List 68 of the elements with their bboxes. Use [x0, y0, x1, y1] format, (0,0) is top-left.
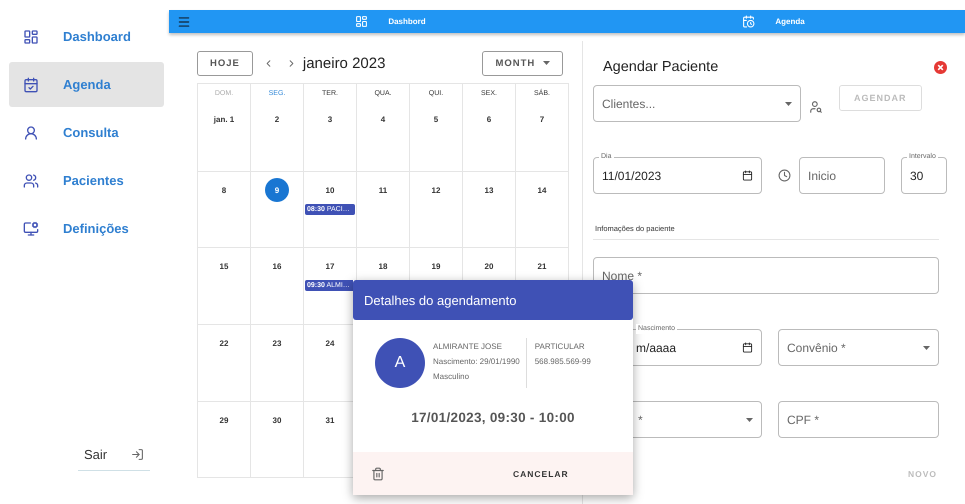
name-field[interactable]: Nome *	[593, 257, 939, 294]
day-number[interactable]: 2	[265, 107, 289, 131]
day-number[interactable]: 9	[265, 178, 289, 202]
calendar-icon[interactable]	[742, 170, 753, 181]
calendar-icon	[23, 76, 39, 92]
calendar-clock-icon	[742, 15, 756, 28]
cpf-field[interactable]: CPF *	[778, 401, 939, 438]
birth-date: Nascimento: 29/01/1990	[433, 356, 520, 368]
caret-icon	[746, 418, 753, 422]
day-number[interactable]: 5	[424, 107, 448, 131]
person-search-icon[interactable]	[809, 100, 823, 114]
day-number[interactable]: 23	[265, 331, 289, 355]
day-number[interactable]: 17	[318, 254, 342, 278]
day-number[interactable]: 22	[212, 331, 236, 355]
day-number[interactable]: 6	[477, 107, 501, 131]
clock-icon	[778, 169, 791, 182]
panel-title: Agendar Paciente	[603, 59, 720, 75]
cancel-button[interactable]: CANCELAR	[507, 468, 575, 480]
calendar-icon[interactable]	[742, 342, 753, 353]
close-icon[interactable]	[934, 60, 947, 74]
today-button[interactable]: HOJE	[197, 50, 253, 76]
start-time-field[interactable]: Inicio	[799, 157, 885, 194]
day-number[interactable]: 13	[477, 178, 501, 202]
sidebar-item[interactable]: Definições	[9, 206, 164, 251]
caret-icon	[923, 346, 930, 350]
day-number[interactable]: 8	[212, 178, 236, 202]
appointment-time: 17/01/2023, 09:30 - 10:00	[410, 410, 576, 425]
day-number[interactable]: 16	[265, 254, 289, 278]
window-gear-icon	[23, 220, 39, 236]
insurance-plan: PARTICULAR	[534, 341, 586, 353]
sidebar-item[interactable]: Dashboard	[9, 14, 164, 59]
people-icon	[23, 172, 39, 188]
day-number[interactable]: 14	[530, 178, 554, 202]
menu-icon	[177, 14, 191, 28]
day-number[interactable]: 7	[530, 107, 554, 131]
day-number[interactable]: 24	[318, 331, 342, 355]
popup-title: Detalhes do agendamento	[353, 280, 633, 320]
day-number[interactable]: 15	[212, 254, 236, 278]
client-select[interactable]: Clientes...	[593, 85, 801, 122]
view-select[interactable]: MONTH	[482, 50, 564, 76]
person-icon	[23, 124, 39, 140]
sidebar-item[interactable]: Consulta	[9, 110, 164, 155]
dashboard-icon	[23, 28, 39, 44]
day-number[interactable]: 29	[212, 408, 236, 432]
day-number[interactable]: 10	[318, 178, 342, 202]
dashboard-icon	[355, 15, 368, 28]
day-number[interactable]: 31	[318, 408, 342, 432]
day-number[interactable]: 18	[371, 254, 395, 278]
day-number[interactable]: 11	[371, 178, 395, 202]
delete-icon[interactable]	[371, 466, 385, 480]
day-number[interactable]: 3	[318, 107, 342, 131]
caret-icon	[785, 102, 792, 106]
day-number[interactable]: 21	[530, 254, 554, 278]
gender: Masculino	[433, 371, 470, 383]
caret-icon	[543, 61, 550, 65]
month-title: janeiro 2023	[302, 54, 386, 72]
avatar: A	[375, 338, 425, 388]
sidebar-item[interactable]: Pacientes	[9, 158, 164, 203]
day-number[interactable]: 4	[371, 107, 395, 131]
patient-name: ALMIRANTE JOSE	[433, 341, 503, 353]
day-number[interactable]: 30	[265, 408, 289, 432]
day-number[interactable]: 12	[424, 178, 448, 202]
day-number[interactable]: jan. 1	[212, 107, 236, 131]
insurance-select[interactable]: Convênio *	[778, 329, 939, 366]
document-number: 568.985.569-99	[534, 356, 591, 368]
day-number[interactable]: 20	[477, 254, 501, 278]
exit-icon	[131, 448, 144, 461]
day-number[interactable]: 19	[424, 254, 448, 278]
